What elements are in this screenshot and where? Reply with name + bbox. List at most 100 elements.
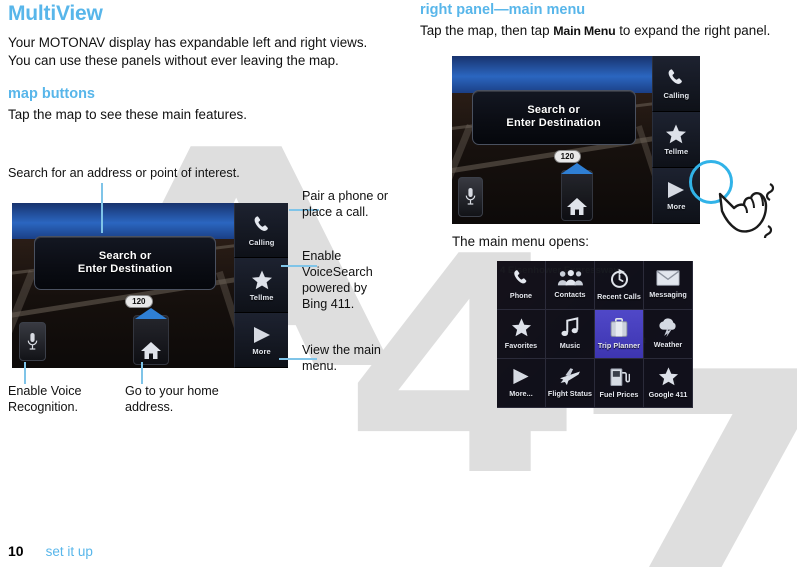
- leader-line-mic: [24, 362, 26, 384]
- menu-item-label: Fuel Prices: [599, 389, 639, 399]
- menu-item-messaging[interactable]: Messaging: [644, 261, 693, 310]
- menu-item-label: Music: [559, 340, 581, 350]
- menu-item-recent-calls[interactable]: Recent Calls: [595, 261, 644, 310]
- voice-recognition-button[interactable]: [18, 321, 47, 362]
- menu-item-phone[interactable]: Phone: [497, 261, 546, 310]
- page-title: MultiView: [8, 2, 103, 25]
- microphone-icon: [27, 332, 38, 350]
- menu-item-label: Weather: [653, 340, 683, 349]
- manual-page: A 4 7 MultiView Your MOTONAV display has…: [0, 0, 797, 567]
- device-screenshot-map-right: Search or Enter Destination 120 Calling …: [452, 56, 700, 224]
- phone-handset-icon: [514, 270, 527, 284]
- intro-paragraph: Your MOTONAV display has expandable left…: [8, 35, 368, 68]
- star-icon: [251, 270, 272, 289]
- main-menu-opens-label: The main menu opens:: [452, 234, 589, 249]
- pointing-hand-icon: [718, 183, 775, 238]
- menu-item-label: Messaging: [649, 290, 687, 299]
- menu-item-favorites[interactable]: Favorites: [497, 310, 546, 359]
- rail-button-tellme[interactable]: Tellme: [651, 112, 700, 168]
- right-column: right panel—main menu Tap the map, then …: [420, 0, 797, 42]
- play-triangle-icon: [253, 326, 270, 343]
- fuel-pump-icon: [609, 367, 630, 386]
- rail-label: Calling: [663, 91, 690, 100]
- home-awning-decoration: [135, 307, 168, 319]
- airplane-icon: [560, 368, 580, 386]
- star-icon: [511, 317, 531, 336]
- menu-item-fuel-prices[interactable]: Fuel Prices: [595, 359, 644, 408]
- callout-home: Go to your home address.: [125, 384, 219, 414]
- leader-line-search: [101, 183, 103, 233]
- home-awning-decoration: [561, 162, 594, 174]
- home-icon: [567, 197, 588, 215]
- lead-text-before: Tap the map, then tap: [420, 23, 554, 38]
- menu-item-flight-status[interactable]: Flight Status: [546, 359, 595, 408]
- menu-item-label: Favorites: [504, 340, 538, 350]
- section-heading-map-buttons: map buttons: [8, 86, 95, 102]
- search-line-2: Enter Destination: [506, 117, 601, 130]
- lead-text-after: to expand the right panel.: [615, 23, 771, 38]
- page-section-label: set it up: [45, 544, 93, 559]
- search-or-enter-destination-button[interactable]: Search or Enter Destination: [471, 89, 636, 146]
- map-buttons-lead: Tap the map to see these main features.: [8, 107, 247, 122]
- highway-shield: 120: [553, 150, 582, 164]
- menu-item-label: Flight Status: [547, 389, 593, 398]
- search-line-1: Search or: [98, 250, 152, 263]
- menu-item-more[interactable]: More...: [497, 359, 546, 408]
- callout-calling: Pair a phone or place a call.: [302, 189, 389, 219]
- callout-tellme: Enable VoiceSearch powered by Bing 411.: [302, 249, 373, 311]
- section-heading-right-panel: right panel—main menu: [420, 2, 586, 18]
- rail-label: More: [667, 202, 686, 211]
- menu-item-google-411[interactable]: Google 411: [644, 359, 693, 408]
- menu-item-label: Contacts: [554, 290, 586, 299]
- clock-arrow-icon: [610, 268, 628, 288]
- device-right-rail: Calling Tellme More: [651, 56, 700, 224]
- callout-search: Search for an address or point of intere…: [8, 166, 240, 180]
- device-right-rail: Calling Tellme More: [234, 203, 288, 368]
- callout-mic: Enable Voice Recognition.: [8, 384, 82, 414]
- menu-item-music[interactable]: Music: [546, 310, 595, 359]
- device-screenshot-map-left: Search or Enter Destination 120 Calling …: [12, 203, 288, 368]
- menu-item-contacts[interactable]: Contacts: [546, 261, 595, 310]
- search-line-2: Enter Destination: [77, 263, 173, 276]
- envelope-icon: [656, 270, 680, 286]
- voice-recognition-button[interactable]: [458, 176, 483, 218]
- cloud-lightning-icon: [658, 318, 676, 337]
- rail-label: More: [252, 346, 271, 356]
- contacts-icon: [557, 269, 583, 286]
- search-line-1: Search or: [527, 104, 580, 117]
- rail-label: Tellme: [249, 292, 274, 302]
- leader-line-home: [141, 362, 143, 384]
- home-address-button[interactable]: [133, 307, 170, 365]
- rail-button-calling[interactable]: Calling: [234, 203, 288, 258]
- page-number: 10: [8, 543, 24, 559]
- menu-item-label: Trip Planner: [597, 340, 641, 350]
- rail-label: Tellme: [664, 147, 689, 156]
- menu-item-label: Recent Calls: [597, 291, 641, 301]
- rail-button-calling[interactable]: Calling: [651, 56, 700, 112]
- home-icon: [141, 341, 162, 359]
- rail-label: Calling: [248, 237, 275, 247]
- star-icon: [658, 366, 678, 385]
- menu-item-label: Phone: [509, 291, 533, 300]
- main-menu-button-name: Main Menu: [553, 24, 616, 38]
- music-note-icon: [561, 316, 579, 336]
- menu-item-weather[interactable]: Weather: [644, 310, 693, 359]
- menu-item-label: Google 411: [648, 389, 688, 399]
- search-or-enter-destination-button[interactable]: Search or Enter Destination: [34, 236, 217, 291]
- page-footer: 10 set it up: [8, 543, 93, 559]
- rail-button-tellme[interactable]: Tellme: [234, 258, 288, 313]
- callout-more: View the main menu.: [302, 343, 381, 373]
- phone-handset-icon: [254, 215, 268, 231]
- briefcase-icon: [610, 317, 628, 337]
- menu-item-label: More...: [509, 388, 533, 398]
- phone-handset-icon: [668, 69, 683, 84]
- highway-shield: 120: [125, 295, 153, 309]
- main-menu-grid: 4 Eisenhower Expressway ove St Fell Phon…: [497, 261, 693, 408]
- home-address-button[interactable]: [561, 162, 594, 221]
- rail-button-more[interactable]: More: [234, 313, 288, 368]
- menu-item-trip-planner[interactable]: Trip Planner: [595, 310, 644, 359]
- play-triangle-icon: [668, 182, 685, 198]
- left-column: MultiView Your MOTONAV display has expan…: [8, 0, 393, 124]
- rail-button-more[interactable]: More: [651, 168, 700, 224]
- star-icon: [666, 124, 687, 144]
